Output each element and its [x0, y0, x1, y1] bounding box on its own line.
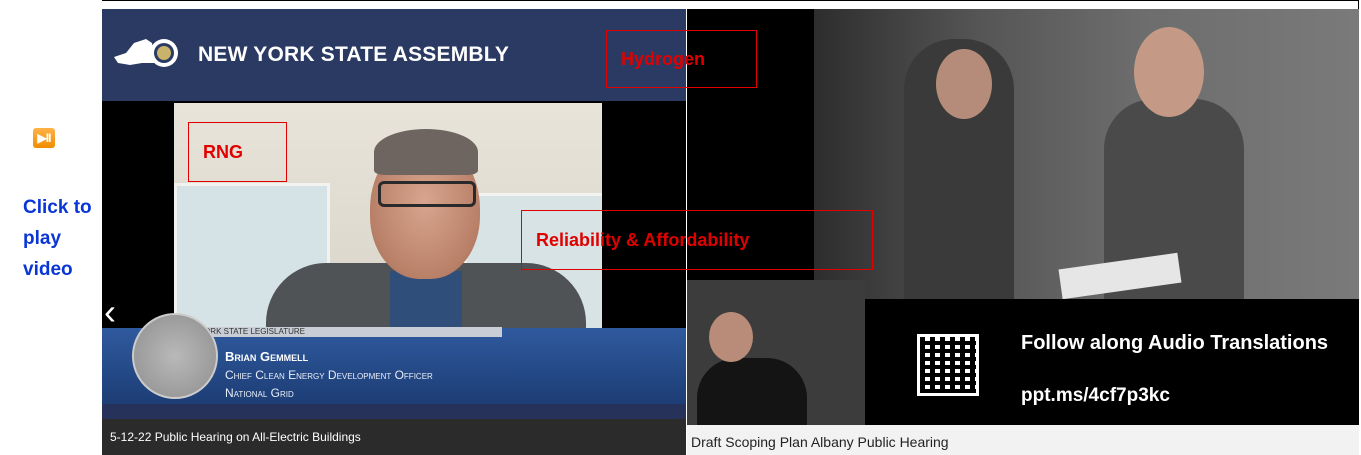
left-video-caption: 5-12-22 Public Hearing on All-Electric B…: [110, 430, 361, 444]
assembly-header: NEW YORK STATE ASSEMBLY: [102, 9, 686, 101]
sign-language-interpreter: [687, 280, 865, 428]
speaker-hair: [374, 129, 478, 175]
chevron-left-icon[interactable]: ‹: [104, 291, 116, 333]
state-seal-icon: [132, 313, 218, 399]
legislature-bar: NEW YORK STATE LEGISLATURE: [172, 327, 502, 337]
qr-code-icon[interactable]: [917, 334, 979, 396]
woman-face: [936, 49, 992, 119]
annotation-hydrogen: Hydrogen: [606, 30, 757, 88]
speaker-name: Brian Gemmell: [225, 349, 309, 364]
speaker-glasses: [378, 181, 476, 207]
speaker-title: Chief Clean Energy Development Officer: [225, 368, 433, 382]
translation-url[interactable]: ppt.ms/4cf7p3kc: [1021, 385, 1170, 407]
interpreter-body: [697, 358, 807, 428]
follow-along-text: Follow along Audio Translations: [1021, 332, 1329, 354]
speaker-org: National Grid: [225, 386, 294, 400]
right-video-caption: Draft Scoping Plan Albany Public Hearing: [691, 434, 949, 450]
interpreter-face: [709, 312, 753, 362]
hearing-crowd-video[interactable]: [814, 9, 1359, 299]
assembly-title: NEW YORK STATE ASSEMBLY: [198, 43, 510, 66]
play-pause-icon[interactable]: ▶II: [33, 128, 55, 148]
man-face: [1134, 27, 1204, 117]
annotation-reliability: Reliability & Affordability: [521, 210, 873, 270]
ny-state-logo-icon: [114, 39, 178, 67]
left-video-caption-bar: 5-12-22 Public Hearing on All-Electric B…: [102, 419, 686, 455]
click-to-play-link[interactable]: Click to play video: [23, 192, 101, 285]
right-video-caption-bar: Draft Scoping Plan Albany Public Hearing: [687, 425, 1359, 455]
sidebar[interactable]: ▶II Click to play video: [0, 0, 102, 455]
annotation-rng: RNG: [188, 122, 287, 182]
